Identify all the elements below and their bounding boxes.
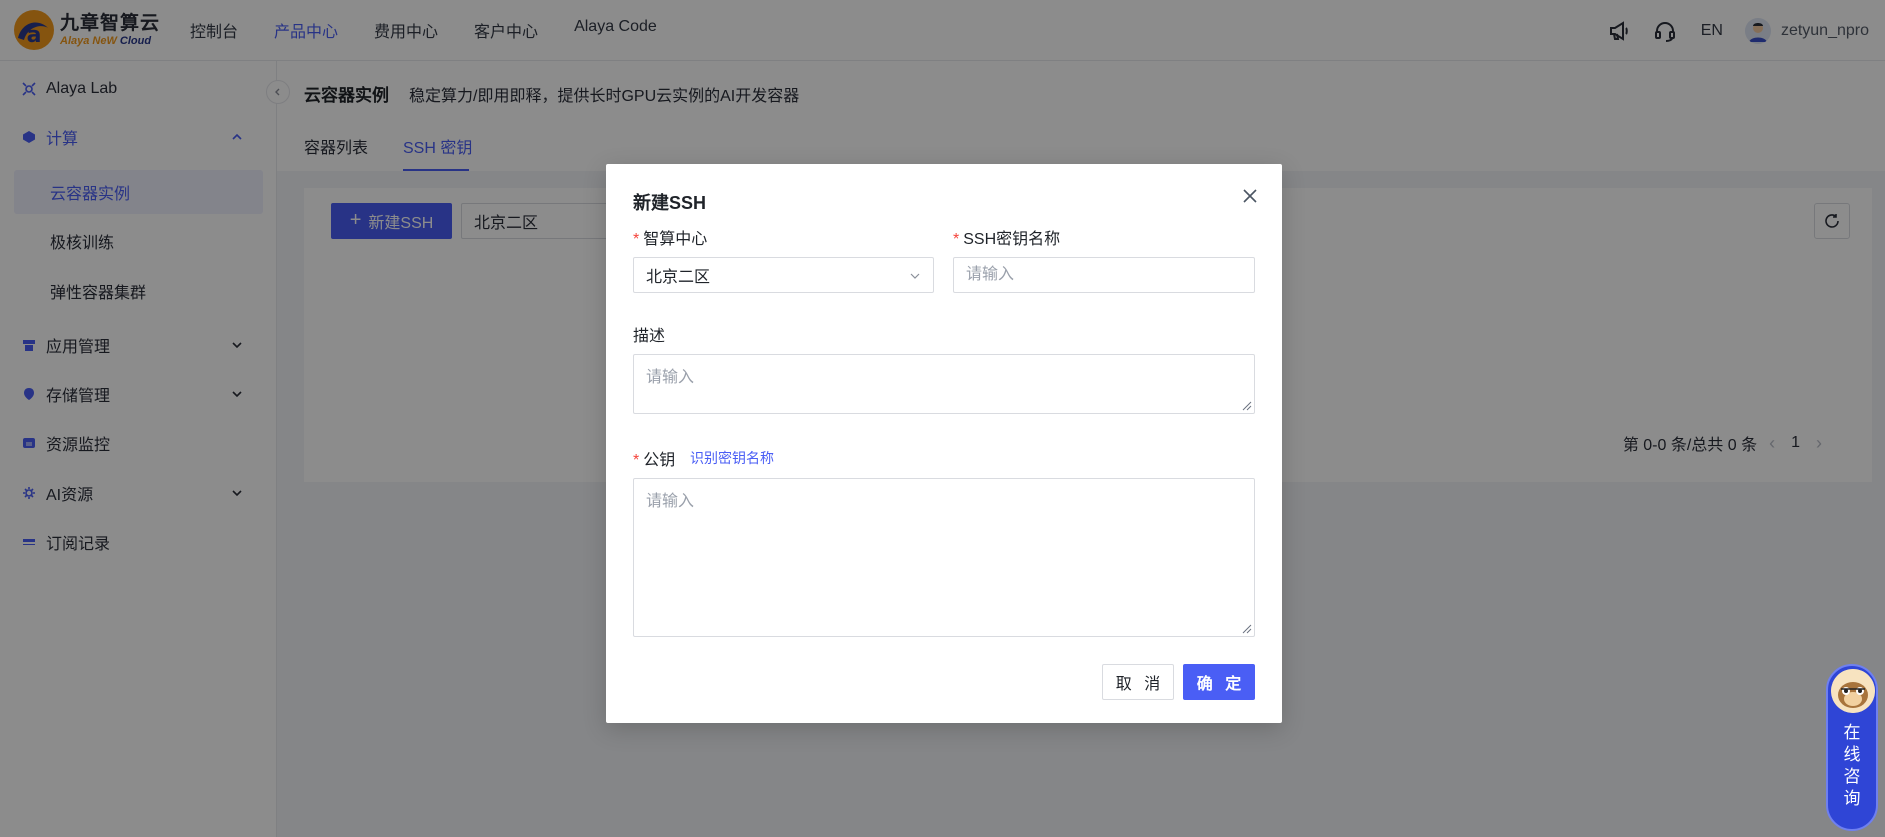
center-select-value: 北京二区 bbox=[646, 269, 711, 286]
close-icon[interactable] bbox=[1240, 186, 1260, 206]
consult-char: 在 bbox=[1843, 723, 1861, 742]
public-key-label-text: 公钥 bbox=[643, 452, 676, 469]
required-mark: * bbox=[633, 231, 640, 248]
center-label-text: 智算中心 bbox=[643, 231, 708, 248]
consult-char: 咨 bbox=[1843, 767, 1861, 786]
required-mark: * bbox=[953, 231, 960, 248]
consult-char: 线 bbox=[1843, 745, 1861, 764]
resize-handle-icon[interactable] bbox=[1240, 622, 1252, 634]
description-textarea[interactable] bbox=[633, 354, 1255, 414]
description-label: 描述 bbox=[633, 328, 666, 345]
center-select[interactable]: 北京二区 bbox=[633, 257, 934, 293]
resize-handle-icon[interactable] bbox=[1240, 399, 1252, 411]
chevron-down-icon bbox=[910, 273, 920, 279]
required-mark: * bbox=[633, 452, 640, 469]
identify-key-name-link[interactable]: 识别密钥名称 bbox=[690, 448, 774, 468]
public-key-textarea[interactable] bbox=[633, 478, 1255, 637]
online-consult-widget[interactable]: 在 线 咨 询 bbox=[1826, 664, 1878, 831]
confirm-button[interactable]: 确 定 bbox=[1183, 664, 1255, 700]
center-label: * 智算中心 bbox=[633, 225, 707, 249]
cancel-button[interactable]: 取 消 bbox=[1102, 664, 1174, 700]
ssh-name-label: * SSH密钥名称 bbox=[953, 225, 1060, 249]
ssh-name-input[interactable] bbox=[953, 257, 1255, 293]
dialog-title: 新建SSH bbox=[633, 193, 707, 213]
ssh-name-label-text: SSH密钥名称 bbox=[963, 231, 1061, 248]
consult-char: 询 bbox=[1843, 789, 1861, 808]
mascot-icon bbox=[1831, 669, 1875, 713]
online-consult-label: 在 线 咨 询 bbox=[1828, 722, 1876, 810]
new-ssh-dialog: 新建SSH *智算中心 北京二区 *SSH密钥名称 描述 *公钥 识别密钥名称 … bbox=[606, 164, 1282, 723]
public-key-label: * 公钥 bbox=[633, 446, 675, 470]
